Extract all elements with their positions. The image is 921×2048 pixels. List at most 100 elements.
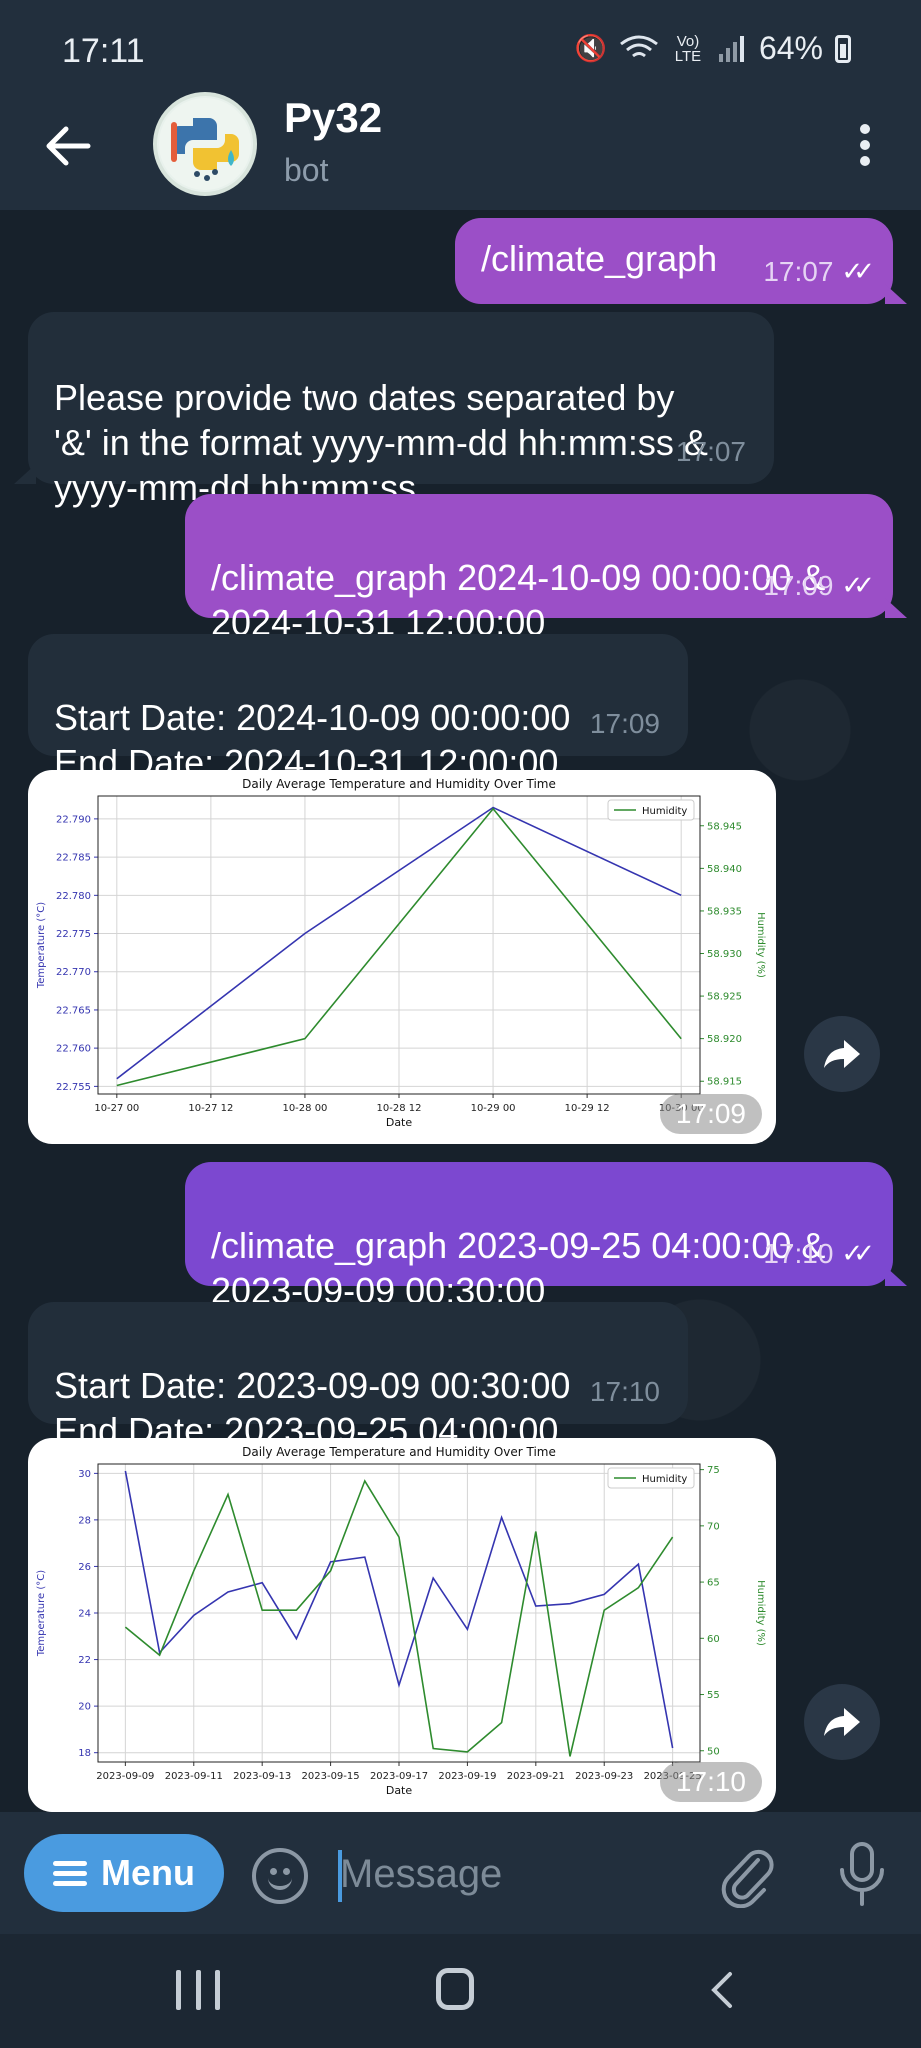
outgoing-message[interactable]: /climate_graph 2024-10-09 00:00:00 & 202… — [185, 494, 907, 643]
back-button[interactable] — [38, 116, 98, 176]
x-tick-label: 2023-09-09 — [96, 1771, 154, 1782]
y2-tick-label: 75 — [707, 1465, 720, 1476]
avatar[interactable] — [153, 92, 257, 196]
y2-tick-label: 58.925 — [707, 992, 742, 1003]
message-meta: 17:09 ✓✓ — [763, 563, 874, 608]
outgoing-message[interactable]: /climate_graph 17:07 ✓✓ — [455, 218, 907, 304]
x-tick-label: 2023-09-15 — [302, 1771, 360, 1782]
y2-tick-label: 55 — [707, 1690, 720, 1701]
x-tick-label: 2023-09-11 — [165, 1771, 223, 1782]
y-tick-label: 28 — [78, 1515, 91, 1526]
bubble-tail — [885, 598, 907, 618]
message-time: 17:10 — [589, 1376, 660, 1407]
x-tick-label: 10-28 00 — [282, 1103, 327, 1114]
incoming-message[interactable]: Start Date: 2024-10-09 00:00:00 End Date… — [28, 634, 688, 783]
bubble-tail — [14, 464, 36, 484]
forward-button[interactable] — [804, 1016, 880, 1092]
x-tick-label: 10-29 00 — [471, 1103, 516, 1114]
chart-title: Daily Average Temperature and Humidity O… — [242, 777, 556, 791]
y2-tick-label: 58.935 — [707, 906, 742, 917]
recents-button[interactable] — [176, 1970, 220, 2010]
y-tick-label: 22.780 — [56, 891, 91, 902]
chat-header: Py32 bot — [0, 92, 921, 210]
legend-label: Humidity — [642, 806, 687, 817]
double-check-icon: ✓✓ — [841, 1238, 874, 1268]
incoming-message[interactable]: Start Date: 2023-09-09 00:30:00 End Date… — [28, 1302, 688, 1451]
more-options-button[interactable] — [845, 118, 885, 178]
outgoing-message[interactable]: /climate_graph 2023-09-25 04:00:00 & 202… — [185, 1162, 907, 1311]
y2-tick-label: 58.920 — [707, 1034, 742, 1045]
status-icons: 🔇 Vo) LTE 64% — [575, 30, 851, 67]
chart-image-message[interactable]: Daily Average Temperature and Humidity O… — [28, 770, 776, 1144]
x-tick-label: 2023-09-21 — [507, 1771, 565, 1782]
message-input[interactable] — [340, 1844, 700, 1904]
message-meta: 17:10 ✓✓ — [763, 1231, 874, 1276]
system-back-button[interactable] — [702, 1970, 742, 2010]
microphone-button[interactable] — [832, 1840, 892, 1910]
y2-tick-label: 58.940 — [707, 864, 742, 875]
status-time: 17:11 — [62, 32, 145, 70]
message-time: 17:07 — [763, 256, 834, 287]
y-tick-label: 22.755 — [56, 1082, 91, 1093]
x-tick-label: 2023-09-23 — [575, 1771, 633, 1782]
y-tick-label: 22.770 — [56, 967, 91, 978]
message-time: 17:07 — [675, 436, 746, 467]
chart-2: Daily Average Temperature and Humidity O… — [36, 1445, 766, 1797]
y-tick-label: 20 — [78, 1702, 91, 1713]
wifi-icon — [620, 35, 658, 57]
menu-button[interactable]: Menu — [24, 1834, 224, 1912]
y-axis-label: Temperature (°C) — [36, 1570, 47, 1657]
attach-button[interactable] — [718, 1842, 778, 1909]
y2-tick-label: 58.930 — [707, 949, 742, 960]
chart-legend: Humidity — [607, 1467, 695, 1489]
battery-icon — [835, 34, 851, 63]
recents-icon — [176, 1970, 181, 2010]
chart-image-message[interactable]: Daily Average Temperature and Humidity O… — [28, 1438, 776, 1812]
message-text: /climate_graph 2023-09-25 04:00:00 & 202… — [211, 1225, 826, 1311]
composer-bar: Menu — [0, 1812, 921, 1934]
y2-tick-label: 70 — [707, 1521, 720, 1532]
chat-subtitle: bot — [284, 152, 329, 188]
paperclip-icon — [721, 1849, 774, 1909]
message-meta: 17:07 — [676, 429, 746, 474]
message-meta: 17:10 — [590, 1369, 660, 1414]
double-check-icon: ✓✓ — [841, 570, 874, 600]
y-tick-label: 26 — [78, 1562, 91, 1573]
home-button[interactable] — [436, 1968, 474, 2010]
signal-icon — [718, 35, 744, 62]
chat-area[interactable]: /climate_graph 17:07 ✓✓ Please provide t… — [0, 210, 921, 1812]
y-tick-label: 30 — [78, 1469, 91, 1480]
more-dot-icon — [860, 156, 870, 166]
message-text: /climate_graph 2024-10-09 00:00:00 & 202… — [211, 557, 826, 643]
legend-label: Humidity — [642, 1474, 687, 1485]
incoming-message[interactable]: Please provide two dates separated by '&… — [14, 312, 774, 508]
message-time: 17:09 — [659, 1094, 762, 1134]
chat-title: Py32 — [284, 94, 383, 141]
y2-tick-label: 65 — [707, 1578, 720, 1589]
forward-button[interactable] — [804, 1684, 880, 1760]
python-climate-logo-icon — [159, 98, 251, 190]
x-tick-label: 2023-09-13 — [233, 1771, 291, 1782]
y-tick-label: 22.790 — [56, 814, 91, 825]
share-arrow-icon — [824, 1040, 860, 1068]
message-time: 17:09 — [589, 708, 660, 739]
y-tick-label: 24 — [78, 1609, 91, 1620]
double-check-icon: ✓✓ — [841, 256, 874, 286]
more-dot-icon — [860, 140, 870, 150]
smiley-icon — [268, 1876, 292, 1890]
y2-tick-label: 60 — [707, 1634, 720, 1645]
y2-tick-label: 58.915 — [707, 1077, 742, 1088]
microphone-icon — [840, 1842, 884, 1906]
message-meta: 17:09 — [590, 701, 660, 746]
y2-axis-label: Humidity (%) — [755, 912, 766, 978]
hamburger-icon — [53, 1856, 87, 1891]
chart-title: Daily Average Temperature and Humidity O… — [242, 1445, 556, 1459]
x-tick-label: 10-27 00 — [94, 1103, 139, 1114]
x-tick-label: 10-27 12 — [188, 1103, 233, 1114]
message-text: Please provide two dates separated by '&… — [54, 377, 708, 508]
chevron-left-icon — [711, 1972, 732, 2008]
emoji-button[interactable] — [252, 1848, 308, 1904]
share-arrow-icon — [824, 1708, 860, 1736]
battery-percent: 64% — [758, 30, 823, 66]
y-tick-label: 22.785 — [56, 853, 91, 864]
